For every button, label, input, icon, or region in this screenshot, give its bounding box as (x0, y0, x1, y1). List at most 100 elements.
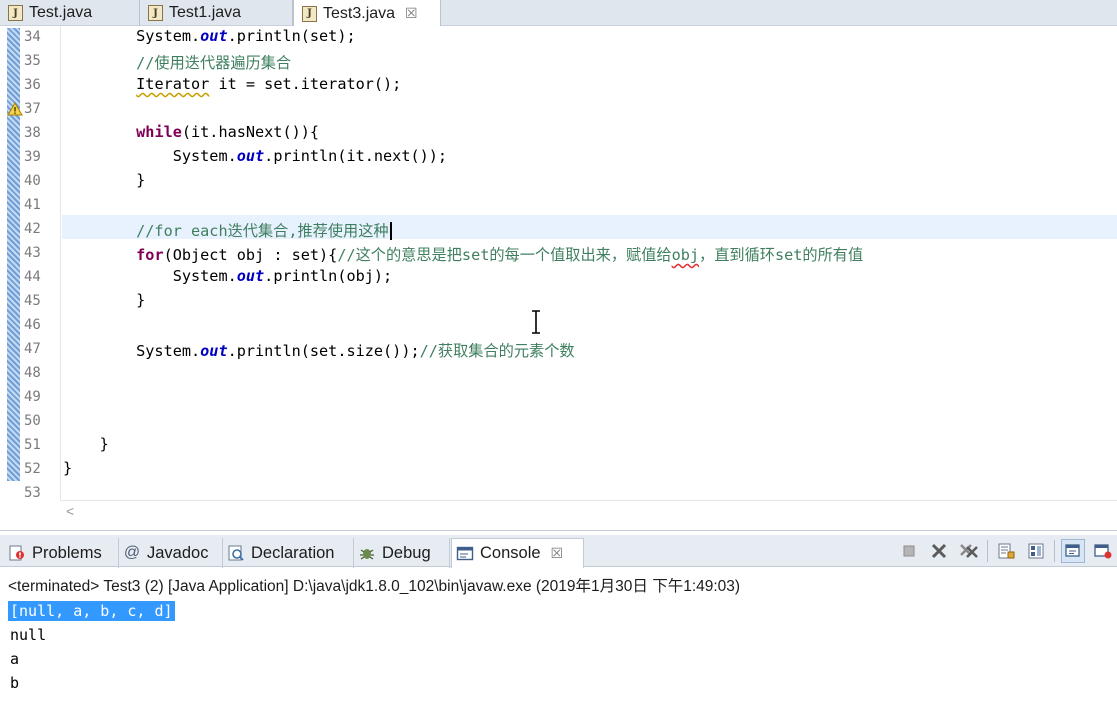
word-wrap-button[interactable] (1024, 539, 1048, 563)
code-text: System.out.println(set); (63, 27, 356, 45)
tab-label: Javadoc (147, 543, 209, 562)
tab-console[interactable]: Console ☒ (451, 538, 584, 568)
remove-all-terminated-button[interactable] (957, 539, 981, 563)
tab-label: Debug (382, 543, 431, 562)
tab-problems[interactable]: Problems (4, 538, 119, 568)
tab-javadoc[interactable]: @ Javadoc (119, 538, 223, 568)
code-line: 38 while(it.hasNext()){ (0, 122, 1117, 146)
code-line: 47 System.out.println(set.size());//获取集合… (0, 338, 1117, 362)
code-line: 40 } (0, 170, 1117, 194)
code-text: Iterator it = set.iterator(); (136, 75, 402, 93)
console-icon (456, 546, 474, 560)
code-text: } (63, 171, 146, 189)
problems-icon (9, 545, 24, 561)
java-file-icon: J (8, 5, 23, 21)
code-line: 46 (0, 314, 1117, 338)
code-line: 45 } (0, 290, 1117, 314)
console-status: <terminated> Test3 (2) [Java Application… (8, 578, 741, 595)
line-number: 36 (24, 77, 41, 93)
code-line: 52 } (0, 458, 1117, 482)
line-number: 34 (24, 29, 41, 45)
tab-label: Test.java (29, 4, 93, 21)
toolbar-separator (1054, 540, 1055, 562)
terminate-icon (903, 545, 915, 557)
scroll-lock-button[interactable] (994, 539, 1018, 563)
code-line: 37 (0, 98, 1117, 122)
word-wrap-icon (1028, 543, 1044, 559)
horizontal-scrollbar[interactable]: < (60, 500, 1117, 522)
tab-label: Console (480, 544, 541, 562)
code-line: 44 System.out.println(obj); (0, 266, 1117, 290)
code-line: 42 //for each迭代集合,推荐使用这种 (0, 218, 1117, 242)
console-panel: Problems @ Javadoc Declaration Debug Con… (0, 530, 1117, 703)
display-selected-console-icon (1094, 544, 1112, 559)
remove-all-terminated-icon (960, 544, 978, 558)
console-line: null (10, 626, 47, 644)
code-line: 51 } (0, 434, 1117, 458)
line-number: 38 (24, 125, 41, 141)
code-text: for(Object obj : set){//这个的意思是把set的每一个值取… (136, 246, 864, 264)
line-number: 42 (24, 221, 41, 237)
line-number: 52 (24, 461, 41, 477)
code-editor[interactable]: 34 System.out.println(set); 35 //使用迭代器遍历… (0, 26, 1117, 526)
tab-label: Declaration (251, 543, 335, 562)
scroll-lock-icon (998, 543, 1015, 559)
line-number: 37 (24, 101, 41, 117)
line-number: 35 (24, 53, 41, 69)
code-line: 36 Iterator it = set.iterator(); (0, 74, 1117, 98)
toolbar-separator (987, 540, 988, 562)
line-number: 50 (24, 413, 41, 429)
console-output[interactable]: [null, a, b, c, d] null a b c (8, 601, 175, 703)
javadoc-icon: @ (123, 544, 141, 561)
tab-debug[interactable]: Debug (354, 538, 450, 568)
tab-label: Test3.java (323, 4, 396, 22)
console-line: c (10, 697, 175, 703)
tab-test3-java[interactable]: J Test3.java ☒ (293, 0, 441, 27)
code-text: System.out.println(it.next()); (63, 147, 448, 165)
close-icon[interactable]: ☒ (405, 5, 418, 22)
tab-test1-java[interactable]: J Test1.java (140, 0, 293, 26)
console-line: b (10, 674, 20, 692)
pin-console-icon (1065, 544, 1080, 557)
tab-test-java[interactable]: J Test.java (0, 0, 140, 26)
line-number: 46 (24, 317, 41, 333)
code-line: 50 (0, 410, 1117, 434)
code-text: System.out.println(set.size());//获取集合的元素… (63, 342, 575, 360)
line-number: 48 (24, 365, 41, 381)
line-number: 49 (24, 389, 41, 405)
code-line: 41 (0, 194, 1117, 218)
code-line: 48 (0, 362, 1117, 386)
code-line: 39 System.out.println(it.next()); (0, 146, 1117, 170)
i-beam-cursor-icon (532, 310, 540, 334)
java-file-icon: J (148, 5, 163, 21)
line-number: 41 (24, 197, 41, 213)
scroll-left-icon[interactable]: < (66, 503, 74, 519)
line-number: 44 (24, 269, 41, 285)
pin-console-button[interactable] (1061, 539, 1085, 563)
code-text: } (63, 435, 109, 453)
panel-tab-bar: Problems @ Javadoc Declaration Debug Con… (0, 535, 1117, 568)
code-comment: //for each迭代集合,推荐使用这种 (63, 219, 392, 241)
code-line: 43 for(Object obj : set){//这个的意思是把set的每一… (0, 242, 1117, 266)
display-selected-console-button[interactable] (1091, 539, 1115, 563)
text-cursor (389, 222, 392, 240)
tab-declaration[interactable]: Declaration (223, 538, 354, 568)
line-number: 43 (24, 245, 41, 261)
tab-label: Test1.java (169, 4, 242, 21)
line-number: 51 (24, 437, 41, 453)
console-line: [null, a, b, c, d] (8, 601, 175, 625)
terminate-button[interactable] (897, 539, 921, 563)
code-text: while(it.hasNext()){ (136, 123, 320, 141)
line-number: 40 (24, 173, 41, 189)
line-number: 47 (24, 341, 41, 357)
code-line: 34 System.out.println(set); (0, 26, 1117, 50)
code-text: } (63, 291, 146, 309)
line-number: 45 (24, 293, 41, 309)
code-text: } (63, 459, 73, 477)
editor-tab-bar: J Test.java J Test1.java J Test3.java ☒ (0, 0, 1117, 27)
console-toolbar (897, 535, 1117, 567)
remove-launch-icon (931, 543, 947, 559)
code-comment: //使用迭代器遍历集合 (63, 54, 292, 72)
remove-launch-button[interactable] (927, 539, 951, 563)
close-icon[interactable]: ☒ (551, 545, 564, 562)
